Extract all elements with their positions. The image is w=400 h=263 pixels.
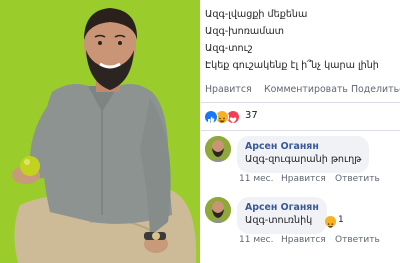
avatar[interactable] <box>205 136 231 162</box>
comment-like-button[interactable]: Нравится <box>281 235 326 245</box>
comment-time[interactable]: 11 мес. <box>239 235 273 245</box>
man-holding-apple-illustration <box>0 0 200 263</box>
post-line: Ազգ-խոռամատ <box>205 26 285 37</box>
divider <box>201 102 400 103</box>
comment-like-button[interactable]: Нравится <box>281 174 326 184</box>
like-icon <box>204 110 218 124</box>
comment-reply-button[interactable]: Ответить <box>335 174 380 184</box>
avatar[interactable] <box>205 197 231 223</box>
reaction-count[interactable]: 37 <box>245 110 258 121</box>
like-button[interactable]: Нравится <box>205 84 252 95</box>
comment-author[interactable]: Арсен Оганян <box>245 201 319 214</box>
comment-reaction-count[interactable]: 1 <box>338 215 344 225</box>
share-button[interactable]: Поделиться <box>351 84 400 95</box>
divider <box>201 130 400 131</box>
comment-reply-button[interactable]: Ответить <box>335 235 380 245</box>
comment-author[interactable]: Арсен Оганян <box>245 140 361 153</box>
facebook-post-panel: Ազգ-լվացքի մեքենա Ազգ-խոռամատ Ազգ-տուշ Է… <box>201 0 400 263</box>
post-line: Էկեք գուշակենք էլ ի՞նչ կարա լինի <box>205 60 379 71</box>
post-line: Ազգ-տուշ <box>205 43 253 54</box>
comment-button[interactable]: Комментировать <box>264 84 348 95</box>
comment-time[interactable]: 11 мес. <box>239 174 273 184</box>
comment-bubble: Арсен Оганян Ազգ-տուռնիկ <box>237 197 327 234</box>
post-line: Ազգ-լվացքի մեքենա <box>205 9 308 20</box>
laugh-icon <box>325 216 336 228</box>
comment-text: Ազգ-տուռնիկ <box>245 215 313 226</box>
post-photo[interactable] <box>0 0 200 263</box>
comment-bubble: Арсен Оганян Ազգ-զուգարանի թուղթ <box>237 136 370 173</box>
comment-text: Ազգ-զուգարանի թուղթ <box>245 154 362 165</box>
post-text: Ազգ-լվացքի մեքենա Ազգ-խոռամատ Ազգ-տուշ Է… <box>205 6 379 74</box>
